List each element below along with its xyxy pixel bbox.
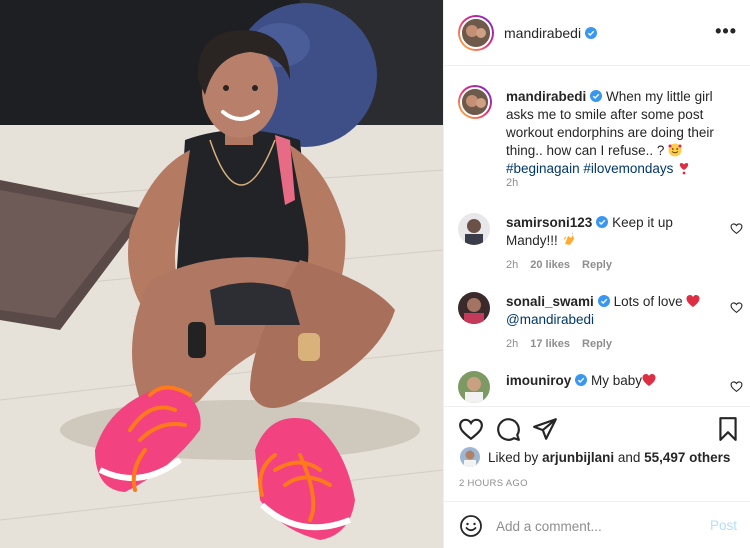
verified-icon [597, 295, 610, 307]
caption-username[interactable]: mandirabedi [506, 89, 586, 104]
caption-hashtags[interactable]: #beginagain #ilovemondays [506, 161, 673, 176]
likes-prefix: Liked by [488, 449, 539, 465]
red-heart-icon [642, 374, 656, 386]
verified-icon [596, 216, 609, 228]
comment-icon[interactable] [495, 416, 521, 442]
likes-count[interactable]: 55,497 others [644, 450, 730, 465]
caption: mandirabedi When my little girl asks me … [458, 85, 743, 195]
comment-likes[interactable]: 20 likes [530, 259, 570, 271]
liker-avatar[interactable] [460, 447, 480, 467]
comments-list[interactable]: mandirabedi When my little girl asks me … [444, 67, 750, 405]
post-comment-button[interactable]: Post [710, 518, 737, 533]
reply-button[interactable]: Reply [582, 259, 612, 271]
like-comment-icon[interactable] [730, 301, 743, 314]
comment-item: imouniroy My baby [458, 371, 743, 405]
like-comment-icon[interactable] [730, 222, 743, 235]
post-details-panel: mandirabedi ••• mandirabedi When my litt… [443, 0, 750, 548]
smiling-face-with-hearts-icon [668, 143, 682, 157]
comment-composer: Post [444, 501, 750, 548]
comment-time: 2h [506, 259, 519, 271]
comment-likes[interactable]: 17 likes [530, 338, 570, 350]
red-heart-icon [686, 295, 700, 307]
commenter-avatar[interactable] [458, 371, 490, 403]
comment-body: Lots of love [613, 294, 683, 309]
comment-meta: 2h 20 likes Reply [506, 259, 624, 271]
emoji-icon[interactable] [459, 514, 483, 538]
commenter-username[interactable]: sonali_swami [506, 294, 594, 309]
comment-mention[interactable]: @mandirabedi [506, 312, 594, 327]
post-timestamp[interactable]: 2 HOURS AGO [459, 478, 528, 489]
comment-text: samirsoni123 Keep it up Mandy!!! [506, 214, 717, 250]
comment-text: imouniroy My baby [506, 372, 717, 390]
likes-summary: Liked by arjunbijlani and 55,497 others [460, 447, 730, 467]
liker-username[interactable]: arjunbijlani [542, 450, 614, 465]
more-options-button[interactable]: ••• [715, 22, 737, 40]
bookmark-icon[interactable] [715, 416, 741, 442]
caption-text: mandirabedi When my little girl asks me … [506, 88, 735, 178]
clapping-hands-icon [563, 233, 574, 245]
comment-text: sonali_swami Lots of love @mandirabedi [506, 293, 717, 329]
commenter-username[interactable]: samirsoni123 [506, 215, 592, 230]
comment-body: My baby [591, 373, 643, 388]
verified-icon [590, 90, 603, 102]
author-username[interactable]: mandirabedi [504, 25, 581, 41]
post-photo[interactable] [0, 0, 443, 548]
like-comment-icon[interactable] [730, 380, 743, 393]
comment-item: sonali_swami Lots of love @mandirabedi 2… [458, 292, 743, 362]
reply-button[interactable]: Reply [582, 338, 612, 350]
comment-item: samirsoni123 Keep it up Mandy!!! 2h 20 li… [458, 213, 743, 283]
comment-meta: 2h 17 likes Reply [506, 338, 624, 350]
verified-icon [575, 374, 588, 386]
commenter-avatar[interactable] [458, 213, 490, 245]
likes-joiner: and [617, 449, 641, 465]
commenter-username[interactable]: imouniroy [506, 373, 571, 388]
heart-icon[interactable] [458, 416, 484, 442]
commenter-avatar[interactable] [458, 292, 490, 324]
comment-input[interactable] [496, 514, 696, 538]
caption-time: 2h [506, 177, 519, 189]
heart-exclamation-icon [679, 163, 689, 175]
author-avatar[interactable] [458, 14, 494, 51]
comment-time: 2h [506, 338, 519, 350]
caption-avatar[interactable] [458, 85, 492, 119]
post-image [0, 0, 443, 548]
share-icon[interactable] [532, 416, 558, 442]
verified-icon [585, 26, 598, 39]
post-header: mandirabedi ••• [444, 0, 750, 66]
